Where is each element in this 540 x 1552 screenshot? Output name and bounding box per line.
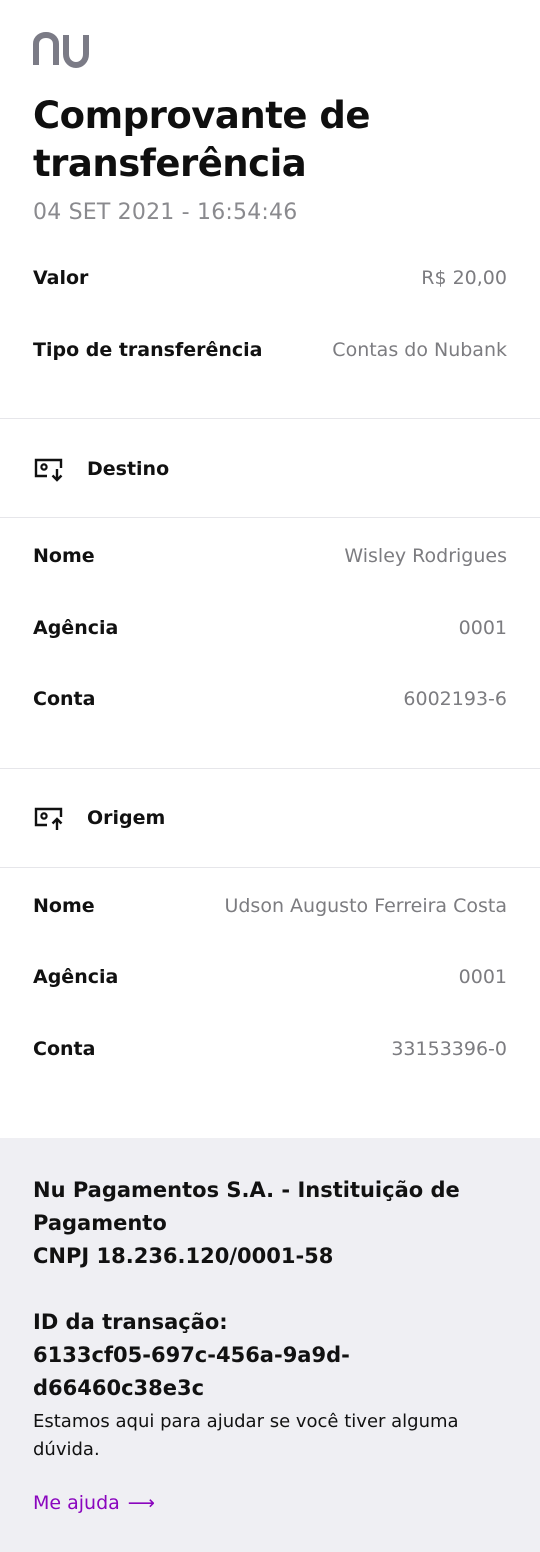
transfer-datetime: 04 SET 2021 - 16:54:46 [33,200,298,225]
destino-agencia-value: 0001 [458,617,507,639]
page-title: Comprovante de transferência [33,94,370,185]
divider [0,418,540,419]
arrow-right-icon: ⟶ [127,1492,156,1514]
origem-nome-label: Nome [33,895,95,917]
account-out-icon [34,807,63,830]
destino-conta-row: Conta 6002193-6 [33,684,507,714]
divider [0,867,540,868]
tipo-label: Tipo de transferência [33,339,263,361]
destino-nome-label: Nome [33,545,95,567]
help-link[interactable]: Me ajuda ⟶ [33,1492,155,1514]
origem-nome-row: Nome Udson Augusto Ferreira Costa [33,891,507,921]
transaction-label: ID da transação: [33,1310,228,1334]
cnpj: CNPJ 18.236.120/0001-58 [33,1244,334,1268]
destino-nome-value: Wisley Rodrigues [344,545,507,567]
footer-panel: Nu Pagamentos S.A. - Instituição de Paga… [0,1138,540,1552]
help-text: Estamos aqui para ajudar se você tiver a… [33,1411,459,1460]
origem-conta-row: Conta 33153396-0 [33,1034,507,1064]
valor-row: Valor R$ 20,00 [33,263,507,293]
valor-label: Valor [33,267,89,289]
transaction-id: 6133cf05-697c-456a-9a9d-d66460c38e3c [33,1343,350,1400]
tipo-value: Contas do Nubank [332,339,507,361]
destino-agencia-row: Agência 0001 [33,613,507,643]
destino-header: Destino [33,452,169,486]
origem-agencia-label: Agência [33,966,119,988]
origem-agencia-row: Agência 0001 [33,962,507,992]
destino-agencia-label: Agência [33,617,119,639]
nubank-logo [33,32,89,68]
destino-nome-row: Nome Wisley Rodrigues [33,541,507,571]
tipo-row: Tipo de transferência Contas do Nubank [33,335,507,365]
origem-nome-value: Udson Augusto Ferreira Costa [224,895,507,917]
divider [0,768,540,769]
account-in-icon [34,458,63,482]
destino-title: Destino [87,458,170,480]
valor-value: R$ 20,00 [421,267,507,289]
origem-header: Origem [33,801,165,835]
origem-agencia-value: 0001 [458,966,507,988]
origem-conta-value: 33153396-0 [391,1038,507,1060]
help-link-label[interactable]: Me ajuda [33,1492,120,1514]
divider [0,517,540,518]
destino-conta-label: Conta [33,688,96,710]
destino-conta-value: 6002193-6 [403,688,507,710]
origem-conta-label: Conta [33,1038,96,1060]
company-name: Nu Pagamentos S.A. - Instituição de Paga… [33,1178,460,1235]
origem-title: Origem [87,807,166,829]
